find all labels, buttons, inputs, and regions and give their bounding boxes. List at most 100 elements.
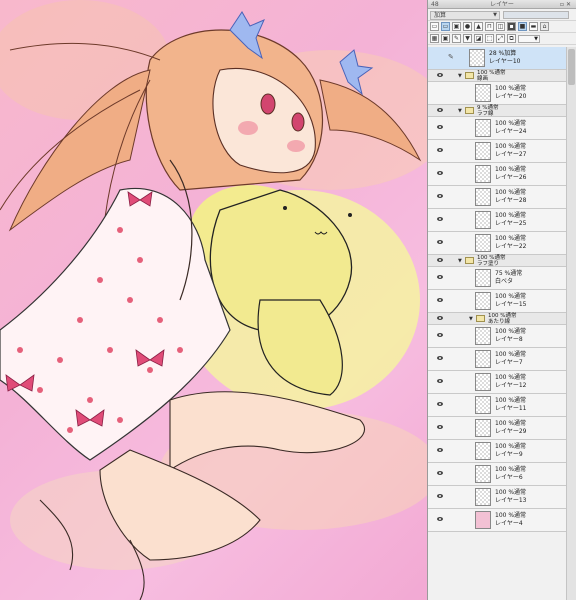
layer-blend-opacity: 100 %通常 [495, 489, 527, 496]
layer-row[interactable]: 100 %通常 レイヤー13 [428, 486, 566, 509]
layer-blend-opacity: 100 %通常 [495, 466, 527, 473]
layer-folder-row[interactable]: ▼ 100 %通常 ラフ塗り [428, 255, 566, 267]
visibility-eye-icon[interactable] [437, 379, 443, 383]
layer-list-scrollbar[interactable] [566, 47, 576, 600]
blend-mode-select[interactable]: 加算 ▼ [430, 11, 500, 20]
combine-icon[interactable]: ⧉ [507, 34, 516, 43]
lock-transparent-icon[interactable]: ▦ [430, 34, 439, 43]
panel-window-buttons[interactable]: ▫✕ [560, 0, 573, 9]
layer-options-dropdown[interactable]: ▼ [518, 34, 540, 43]
layer-info: 100 %通常 レイヤー15 [495, 293, 526, 309]
visibility-eye-icon[interactable] [437, 298, 443, 302]
layer-panel-titlebar[interactable]: 48 レイヤー ▫✕ [428, 0, 576, 9]
layer-info: 100 %通常 レイヤー26 [495, 166, 526, 182]
layer-name: レイヤー11 [495, 405, 527, 412]
layer-row[interactable]: 100 %通常 レイヤー28 [428, 186, 566, 209]
mask-icon[interactable]: ● [463, 22, 472, 31]
layer-row[interactable]: 100 %通常 レイヤー8 [428, 325, 566, 348]
drawing-canvas[interactable] [0, 0, 427, 600]
layer-row[interactable]: 100 %通常 レイヤー25 [428, 209, 566, 232]
layer-folder-row[interactable]: ▼ 100 %通常 あたり線 [428, 313, 566, 325]
layer-row[interactable]: 100 %通常 レイヤー7 [428, 348, 566, 371]
visibility-eye-icon[interactable] [437, 425, 443, 429]
layer-row[interactable]: 100 %通常 レイヤー15 [428, 290, 566, 313]
visibility-eye-icon[interactable] [437, 148, 443, 152]
trash-icon[interactable]: ⌂ [540, 22, 549, 31]
layer-folder-row[interactable]: ▼ 100 %通常 線画 [428, 70, 566, 82]
layer-row[interactable]: 100 %通常 レイヤー6 [428, 463, 566, 486]
layer-list: ✎ 28 %加算 レイヤー10 ▼ 100 %通常 線画 100 %通常 レイヤー20 ▼ 9 %… [428, 47, 566, 532]
visibility-eye-icon[interactable] [437, 356, 443, 360]
layer-info: 100 %通常 レイヤー28 [495, 189, 526, 205]
layer-info: 100 %通常 レイヤー27 [495, 143, 526, 159]
layer-row[interactable]: 100 %通常 レイヤー24 [428, 117, 566, 140]
expand-icon[interactable]: ⤢ [496, 34, 505, 43]
new-vector-layer-icon[interactable]: ▭ [441, 22, 450, 31]
layer-color-icon[interactable]: ▬ [529, 22, 538, 31]
clip-to-below-icon[interactable]: ▣ [441, 34, 450, 43]
layer-thumbnail [475, 188, 491, 206]
visibility-eye-icon[interactable] [437, 55, 443, 59]
visibility-eye-icon[interactable] [437, 333, 443, 337]
layer-row[interactable]: 100 %通常 レイヤー20 [428, 82, 566, 105]
draft-icon[interactable]: ▪ [507, 22, 516, 31]
new-raster-layer-icon[interactable]: ▭ [430, 22, 439, 31]
layer-row[interactable]: 100 %通常 レイヤー29 [428, 417, 566, 440]
select-icon[interactable]: ⬚ [485, 34, 494, 43]
folder-expand-icon[interactable]: ▼ [458, 73, 462, 79]
layer-toolbar: ▭ ▭ ▣ ● ▲ ⊓ ◫ ▪ ■ ▬ ⌂ [428, 21, 576, 33]
layer-name: レイヤー25 [495, 220, 527, 227]
layer-row[interactable]: ✎ 28 %加算 レイヤー10 [428, 47, 566, 70]
paint-icon[interactable]: ✎ [452, 34, 461, 43]
layer-blend-opacity: 100 %通常 [495, 374, 527, 381]
layer-name: レイヤー9 [495, 451, 523, 458]
layer-row[interactable]: 100 %通常 レイヤー27 [428, 140, 566, 163]
rasterize-icon[interactable]: ◪ [474, 34, 483, 43]
visibility-eye-icon[interactable] [437, 494, 443, 498]
visibility-eye-icon[interactable] [437, 316, 443, 320]
layer-folder-row[interactable]: ▼ 9 %通常 ラフ線 [428, 105, 566, 117]
visibility-eye-icon[interactable] [437, 517, 443, 521]
visibility-eye-icon[interactable] [437, 258, 443, 262]
folder-icon [465, 107, 474, 114]
visibility-eye-icon[interactable] [437, 73, 443, 77]
folder-expand-icon[interactable]: ▼ [469, 316, 473, 322]
opacity-slider[interactable] [503, 11, 569, 19]
visibility-eye-icon[interactable] [437, 194, 443, 198]
layer-row[interactable]: 100 %通常 レイヤー4 [428, 509, 566, 532]
folder-expand-icon[interactable]: ▼ [458, 108, 462, 114]
merge-down-icon[interactable]: ▼ [463, 34, 472, 43]
layer-info: 100 %通常 レイヤー6 [495, 466, 526, 482]
layer-thumbnail [475, 234, 491, 252]
layer-thumbnail [475, 488, 491, 506]
visibility-eye-icon[interactable] [437, 171, 443, 175]
layer-row[interactable]: 100 %通常 レイヤー11 [428, 394, 566, 417]
layer-row[interactable]: 100 %通常 レイヤー9 [428, 440, 566, 463]
visibility-eye-icon[interactable] [437, 217, 443, 221]
new-folder-icon[interactable]: ▣ [452, 22, 461, 31]
folder-expand-icon[interactable]: ▼ [458, 258, 462, 264]
layer-info: 100 %通常 レイヤー25 [495, 212, 526, 228]
layer-thumbnail [475, 419, 491, 437]
reference-icon[interactable]: ◫ [496, 22, 505, 31]
visibility-eye-icon[interactable] [437, 125, 443, 129]
color-icon[interactable]: ■ [518, 22, 527, 31]
layer-row[interactable]: 100 %通常 レイヤー22 [428, 232, 566, 255]
layer-row[interactable]: 75 %通常 白ベタ [428, 267, 566, 290]
layer-name: レイヤー22 [495, 243, 527, 250]
clip-icon[interactable]: ⊓ [485, 22, 494, 31]
lock-icon[interactable]: ▲ [474, 22, 483, 31]
layer-panel: 48 レイヤー ▫✕ 加算 ▼ ▭ ▭ ▣ ● ▲ ⊓ ◫ ▪ ■ ▬ ⌂ ▦ … [427, 0, 576, 600]
visibility-eye-icon[interactable] [437, 240, 443, 244]
visibility-eye-icon[interactable] [437, 448, 443, 452]
visibility-eye-icon[interactable] [437, 108, 443, 112]
layer-row[interactable]: 100 %通常 レイヤー26 [428, 163, 566, 186]
scrollbar-thumb[interactable] [568, 49, 575, 85]
visibility-eye-icon[interactable] [437, 402, 443, 406]
layer-thumbnail [475, 165, 491, 183]
visibility-eye-icon[interactable] [437, 471, 443, 475]
layer-blend-opacity: 100 %通常 [495, 143, 527, 150]
visibility-eye-icon[interactable] [437, 275, 443, 279]
layer-row[interactable]: 100 %通常 レイヤー12 [428, 371, 566, 394]
visibility-eye-icon[interactable] [437, 90, 443, 94]
